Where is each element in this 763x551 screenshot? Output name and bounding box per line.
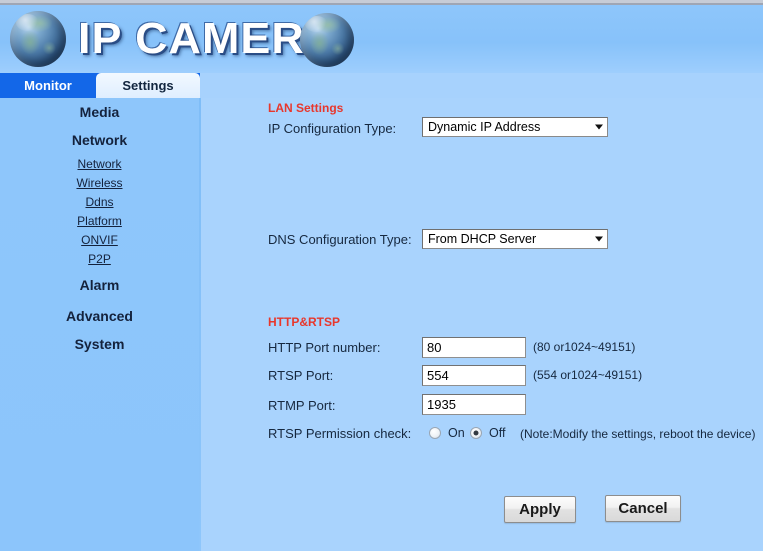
label-ip-configuration-type: IP Configuration Type: (268, 121, 397, 136)
input-rtsp-port[interactable] (422, 365, 526, 386)
tab-bar: Monitor Settings (0, 73, 200, 98)
chevron-down-icon (595, 124, 603, 130)
sidebar-item-media[interactable]: Media (0, 102, 199, 122)
sidebar-sublink-p2p[interactable]: P2P (0, 250, 199, 269)
label-rtsp-permission-check: RTSP Permission check: (268, 426, 412, 441)
sidebar-sublink-network[interactable]: Network (0, 155, 199, 174)
globe-icon-right (300, 13, 354, 67)
radio-rtsp-permission-off[interactable] (470, 427, 482, 439)
select-ip-configuration-type[interactable]: Dynamic IP Address (422, 117, 608, 137)
sidebar-item-advanced[interactable]: Advanced (0, 306, 199, 326)
sidebar-sublink-platform[interactable]: Platform (0, 212, 199, 231)
hint-http-port-range: (80 or1024~49151) (533, 340, 636, 354)
select-dns-configuration-type-value: From DHCP Server (428, 232, 537, 246)
radio-rtsp-permission-on[interactable] (429, 427, 441, 439)
note-rtsp-permission: (Note:Modify the settings, reboot the de… (520, 427, 756, 441)
apply-button[interactable]: Apply (504, 496, 576, 523)
settings-content-panel: LAN Settings IP Configuration Type: Dyna… (201, 98, 763, 551)
input-rtmp-port[interactable] (422, 394, 526, 415)
input-http-port-number[interactable] (422, 337, 526, 358)
sidebar-nav: Media Network Network Wireless Ddns Plat… (0, 98, 199, 551)
label-http-port-number: HTTP Port number: (268, 340, 381, 355)
cancel-button[interactable]: Cancel (605, 495, 681, 522)
sidebar-item-alarm[interactable]: Alarm (0, 275, 199, 295)
hint-rtsp-port-range: (554 or1024~49151) (533, 368, 643, 382)
tab-settings[interactable]: Settings (96, 73, 200, 98)
sidebar-item-network[interactable]: Network (0, 130, 199, 150)
sidebar-sublink-onvif[interactable]: ONVIF (0, 231, 199, 250)
ip-camera-settings-page: IP CAMERA Monitor Settings Media Network… (0, 0, 763, 551)
label-dns-configuration-type: DNS Configuration Type: (268, 232, 412, 247)
radio-label-off[interactable]: Off (489, 426, 505, 440)
page-header: IP CAMERA (0, 5, 763, 73)
radio-label-on[interactable]: On (448, 426, 465, 440)
select-ip-configuration-type-value: Dynamic IP Address (428, 120, 541, 134)
sidebar-sublink-ddns[interactable]: Ddns (0, 193, 199, 212)
tab-monitor[interactable]: Monitor (0, 73, 96, 98)
section-title-lan-settings: LAN Settings (268, 101, 344, 115)
radio-rtsp-permission-off-group[interactable]: Off (470, 426, 505, 440)
label-rtsp-port: RTSP Port: (268, 368, 334, 383)
label-rtmp-port: RTMP Port: (268, 398, 336, 413)
chevron-down-icon (595, 236, 603, 242)
sidebar-item-system[interactable]: System (0, 334, 199, 354)
sidebar-sublink-wireless[interactable]: Wireless (0, 174, 199, 193)
select-dns-configuration-type[interactable]: From DHCP Server (422, 229, 608, 249)
section-title-http-rtsp: HTTP&RTSP (268, 315, 340, 329)
radio-rtsp-permission-on-group[interactable]: On (429, 426, 465, 440)
globe-icon-left (10, 11, 66, 67)
